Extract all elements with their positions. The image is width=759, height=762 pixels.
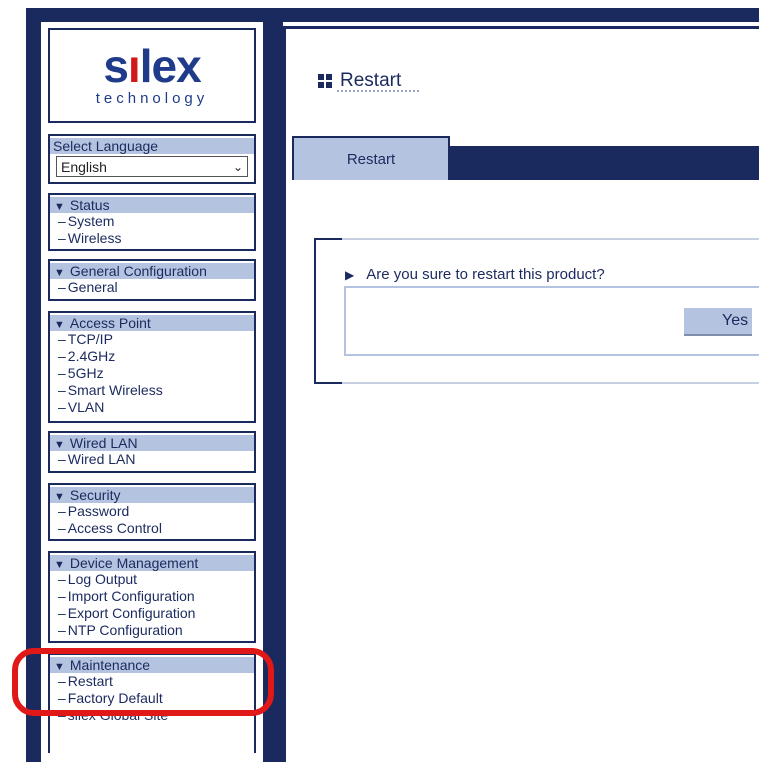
- access-point-section: ▼ Access Point – TCP/IP –2.4GHz –5GHz – Sma…: [48, 311, 256, 423]
- triangle-down-icon: ▼: [54, 439, 65, 451]
- sidebar-item-wired-lan[interactable]: – Wired LAN: [50, 451, 254, 468]
- security-header[interactable]: ▼ Security: [50, 487, 254, 503]
- highlight-annotation: [12, 648, 274, 716]
- status-header[interactable]: ▼ Status: [50, 197, 254, 213]
- restart-question: ▶ Are you sure to restart this product?: [345, 266, 605, 283]
- sidebar-item-import-configuration[interactable]: – Import Configuration: [50, 588, 254, 605]
- device-management-section: ▼ Device Management – Log Output – Import C…: [48, 551, 256, 643]
- sidebar-item-smart-wireless[interactable]: – Smart Wireless: [50, 382, 254, 399]
- general-section: ▼ General Configuration – General: [48, 259, 256, 301]
- sidebar-item-5ghz[interactable]: –5GHz: [50, 365, 254, 382]
- language-select[interactable]: English ⌄: [56, 156, 248, 177]
- edge-clip: [752, 300, 759, 340]
- triangle-down-icon: ▼: [54, 319, 65, 331]
- wired-lan-section: ▼ Wired LAN – Wired LAN: [48, 431, 256, 473]
- sidebar-item-password[interactable]: – Password: [50, 503, 254, 520]
- triangle-down-icon: ▼: [54, 267, 65, 279]
- triangle-down-icon: ▼: [54, 491, 65, 503]
- logo-subtitle: technology: [95, 90, 209, 107]
- wired-lan-header[interactable]: ▼ Wired LAN: [50, 435, 254, 451]
- access-point-header[interactable]: ▼ Access Point: [50, 315, 254, 331]
- page-title: Restart: [318, 70, 401, 92]
- sidebar-item-log-output[interactable]: – Log Output: [50, 571, 254, 588]
- status-section: ▼ Status – System – Wireless: [48, 193, 256, 251]
- yes-button[interactable]: Yes: [684, 308, 759, 336]
- sidebar-item-ntp-configuration[interactable]: – NTP Configuration: [50, 622, 254, 639]
- sidebar-item-24ghz[interactable]: –2.4GHz: [50, 348, 254, 365]
- logo-box: sılex technology: [48, 28, 256, 123]
- triangle-down-icon: ▼: [54, 201, 65, 213]
- sidebar-item-vlan[interactable]: – VLAN: [50, 399, 254, 416]
- sidebar-item-access-control[interactable]: – Access Control: [50, 520, 254, 537]
- panel-divider: [342, 382, 759, 384]
- security-section: ▼ Security – Password – Access Control: [48, 483, 256, 541]
- sidebar-item-export-configuration[interactable]: – Export Configuration: [50, 605, 254, 622]
- device-management-header[interactable]: ▼ Device Management: [50, 555, 254, 571]
- chevron-down-icon: ⌄: [232, 159, 243, 174]
- general-header[interactable]: ▼ General Configuration: [50, 263, 254, 279]
- language-box: Select Language English ⌄: [48, 134, 256, 184]
- language-selected: English: [61, 158, 107, 175]
- grid-icon: [318, 74, 332, 88]
- triangle-right-icon: ▶: [345, 267, 355, 282]
- tab-restart[interactable]: Restart: [292, 136, 450, 180]
- sidebar-item-tcpip[interactable]: – TCP/IP: [50, 331, 254, 348]
- sidebar-item-system[interactable]: – System: [50, 213, 254, 230]
- triangle-down-icon: ▼: [54, 559, 65, 571]
- language-label: Select Language: [50, 138, 254, 154]
- sidebar-item-wireless[interactable]: – Wireless: [50, 230, 254, 247]
- title-underline: [337, 90, 419, 92]
- sidebar-item-general[interactable]: – General: [50, 279, 254, 296]
- panel-divider: [342, 238, 759, 240]
- silex-logo: sılex: [103, 40, 201, 92]
